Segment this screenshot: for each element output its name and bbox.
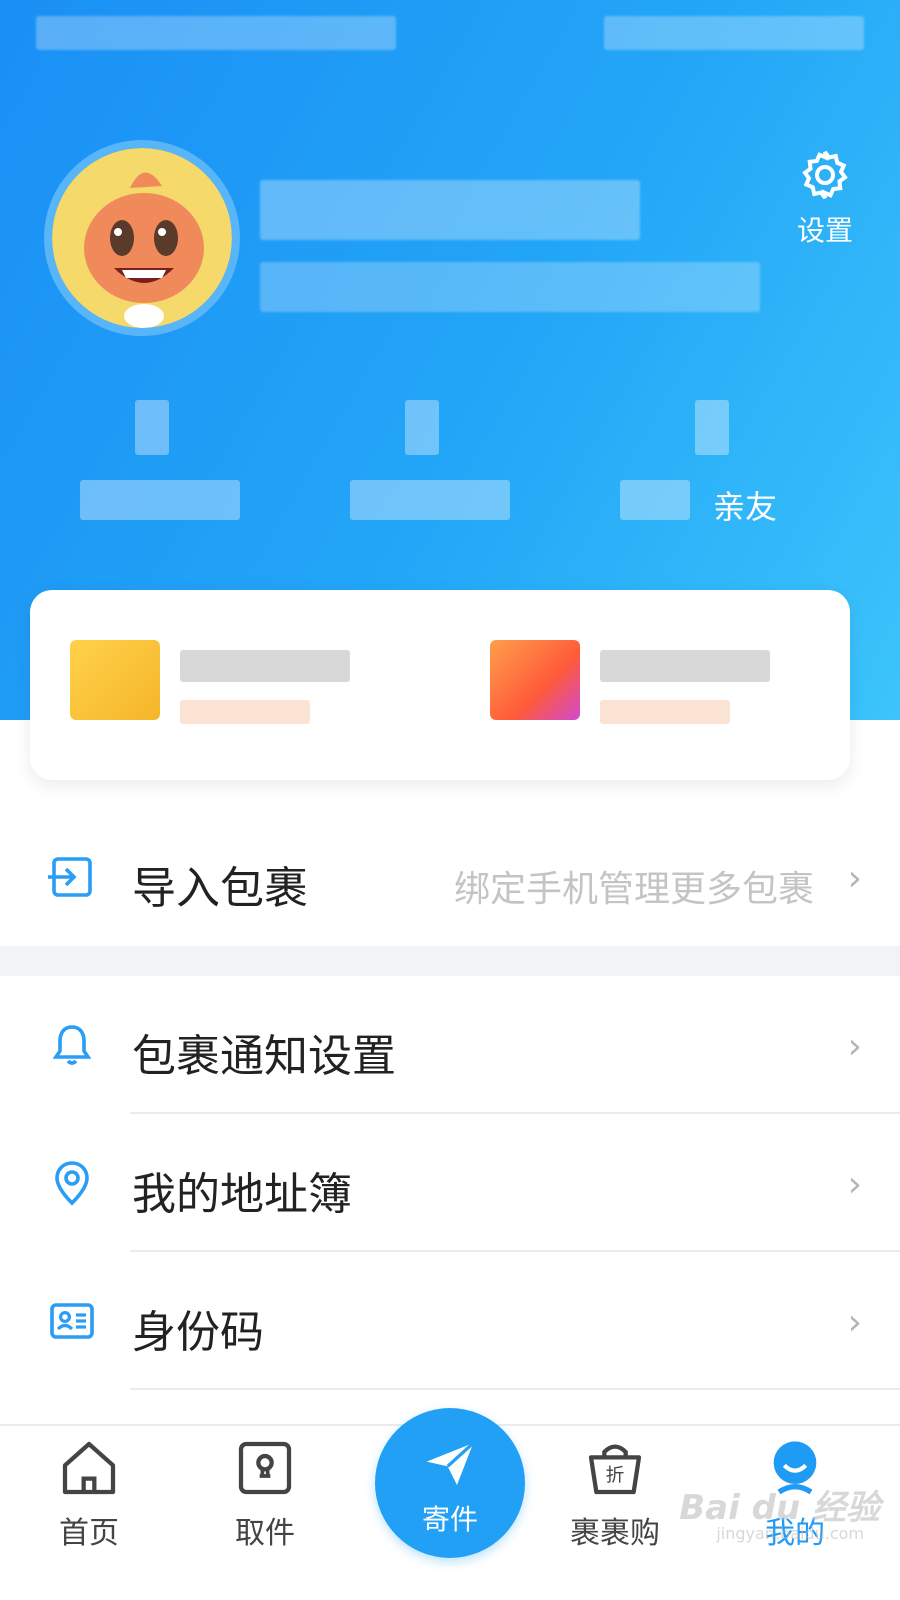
tab-home[interactable]: 首页: [14, 1436, 164, 1586]
watermark-url: jingyan.baidu.com: [716, 1524, 864, 1543]
row-divider: [130, 1388, 900, 1390]
notification-settings-label: 包裹通知设置: [132, 1031, 396, 1082]
tab-mine[interactable]: 我的: [720, 1436, 870, 1586]
tab-shop[interactable]: 折 裹裹购: [540, 1436, 690, 1586]
stat-item-2[interactable]: [310, 390, 530, 540]
svg-text:折: 折: [606, 1465, 625, 1486]
send-package-button[interactable]: 寄件: [375, 1408, 525, 1558]
stat-family-label: 亲友: [712, 488, 777, 526]
notification-settings-row[interactable]: 包裹通知设置 ›: [0, 976, 900, 1114]
import-package-hint: 绑定手机管理更多包裹: [453, 869, 814, 910]
settings-label: 设置: [796, 214, 853, 247]
address-book-label: 我的地址簿: [132, 1169, 352, 1220]
chevron-right-icon: ›: [847, 1302, 862, 1343]
locker-icon: [238, 1441, 292, 1495]
id-card-icon: [50, 1303, 94, 1339]
avatar[interactable]: [44, 140, 240, 336]
id-code-label: 身份码: [132, 1307, 264, 1358]
shopping-bag-icon: 折: [588, 1444, 642, 1495]
import-package-row[interactable]: 导入包裹 绑定手机管理更多包裹 ›: [0, 808, 900, 946]
chevron-right-icon: ›: [847, 1164, 862, 1205]
coupon-icon: [490, 640, 580, 720]
stat-item-family[interactable]: 亲友: [600, 390, 820, 540]
house-icon: [62, 1441, 116, 1495]
import-box-icon: [48, 857, 92, 897]
tab-pickup[interactable]: 取件: [190, 1436, 340, 1586]
stat-item-1[interactable]: [40, 390, 260, 540]
promo-item-coupon[interactable]: [450, 630, 830, 740]
section-divider: [0, 946, 900, 976]
paper-plane-icon: [426, 1441, 475, 1485]
avatar-mascot-image: [52, 148, 232, 328]
stats-row: 亲友: [40, 390, 860, 540]
promo-item-membership[interactable]: [30, 630, 410, 740]
chevron-right-icon: ›: [847, 858, 862, 899]
location-pin-icon: [55, 1161, 89, 1206]
promo-card: [30, 590, 850, 780]
address-book-row[interactable]: 我的地址簿 ›: [0, 1114, 900, 1252]
send-package-label: 寄件: [421, 1503, 478, 1536]
bell-icon: [52, 1025, 92, 1065]
id-code-row[interactable]: 身份码 ›: [0, 1252, 900, 1390]
settings-button[interactable]: 设置: [790, 145, 860, 247]
status-bar: [36, 16, 864, 50]
import-package-label: 导入包裹: [132, 863, 308, 914]
gear-icon: [802, 150, 848, 200]
crown-icon: [70, 640, 160, 720]
chevron-right-icon: ›: [847, 1026, 862, 1067]
user-icon: [773, 1441, 817, 1495]
tab-shop-label: 裹裹购: [570, 1516, 660, 1551]
tab-home-label: 首页: [59, 1516, 119, 1551]
tab-pickup-label: 取件: [235, 1516, 295, 1551]
